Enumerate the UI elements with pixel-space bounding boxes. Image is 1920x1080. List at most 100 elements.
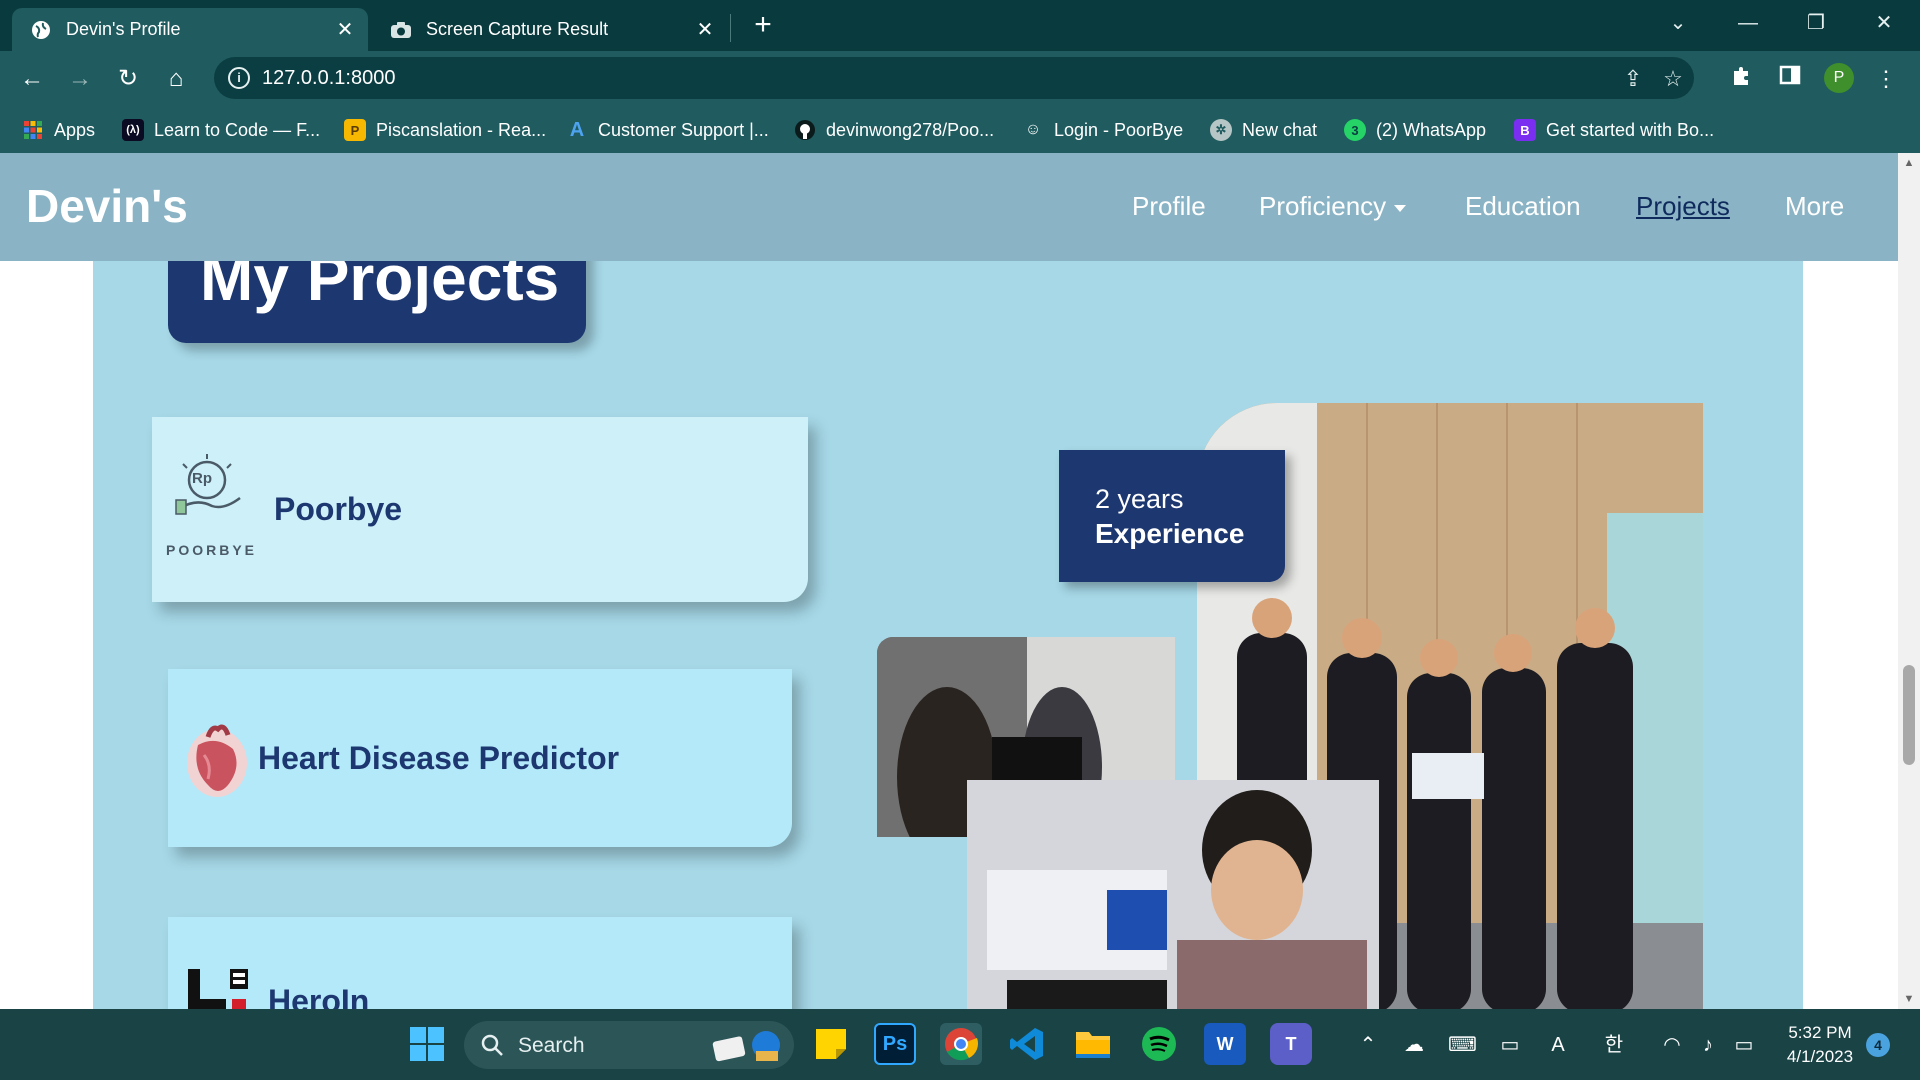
minimize-button[interactable]: — — [1726, 8, 1770, 38]
vscode-icon[interactable] — [1006, 1023, 1048, 1065]
search-label: Search — [518, 1034, 585, 1057]
bookmarks-bar: Apps (λ) Learn to Code — F... P Piscansl… — [0, 107, 1920, 153]
profile-avatar[interactable]: P — [1824, 63, 1854, 93]
bookmark-star-icon[interactable]: ☆ — [1660, 66, 1686, 92]
chrome-icon[interactable] — [940, 1023, 982, 1065]
bookmark-label: Apps — [54, 119, 96, 140]
scroll-up-arrow-icon[interactable]: ▲ — [1898, 153, 1920, 173]
bookmark-new-chat[interactable]: ✲ New chat — [1210, 115, 1317, 145]
search-icon — [481, 1034, 503, 1056]
spotify-icon[interactable] — [1138, 1023, 1180, 1065]
nav-link-label: Proficiency — [1259, 191, 1387, 221]
bootstrap-icon: B — [1514, 119, 1536, 141]
bookmark-github[interactable]: devinwong278/Poo... — [794, 115, 994, 145]
bookmark-apps[interactable]: Apps — [22, 115, 95, 145]
scroll-down-arrow-icon[interactable]: ▼ — [1898, 989, 1920, 1009]
bookmark-whatsapp[interactable]: 3 (2) WhatsApp — [1344, 115, 1486, 145]
notification-badge[interactable]: 4 — [1866, 1033, 1890, 1057]
experience-label: Experience — [1095, 518, 1245, 549]
ime-korean-icon[interactable]: 한 — [1600, 1031, 1628, 1059]
taskbar-clock[interactable]: 5:32 PM 4/1/2023 — [1780, 1021, 1860, 1069]
tray-overflow-chevron-icon[interactable]: ⌃ — [1354, 1031, 1382, 1059]
project-card-heart-disease[interactable]: Heart Disease Predictor — [168, 669, 792, 847]
bookmark-customer-support[interactable]: A Customer Support |... — [566, 115, 769, 145]
logo-text: POORBYE — [166, 541, 258, 558]
side-panel-icon[interactable] — [1774, 63, 1806, 95]
projects-section: My Projects Rp POORBYE Poorbye Heart Dis… — [93, 241, 1803, 1009]
windows-start-icon[interactable] — [406, 1023, 448, 1065]
volume-icon[interactable]: ♪ — [1694, 1031, 1722, 1059]
project-card-poorbye[interactable]: Rp POORBYE Poorbye — [152, 417, 808, 602]
site-navbar: Devin's Profile Proficiency Education Pr… — [0, 153, 1898, 261]
nav-link-more[interactable]: More — [1785, 191, 1844, 222]
site-brand[interactable]: Devin's — [26, 179, 188, 233]
back-arrow-icon[interactable]: ← — [16, 63, 48, 95]
word-icon[interactable]: W — [1204, 1023, 1246, 1065]
tab-divider — [730, 14, 731, 42]
experience-years: 2 years — [1095, 484, 1184, 514]
reload-icon[interactable]: ↻ — [112, 63, 144, 95]
forward-arrow-icon[interactable]: → — [64, 63, 96, 95]
clock-time: 5:32 PM — [1788, 1023, 1852, 1042]
poorbye-logo-icon — [175, 453, 241, 515]
nav-link-education[interactable]: Education — [1465, 191, 1581, 222]
close-icon[interactable]: ✕ — [334, 19, 356, 41]
chatgpt-icon: ✲ — [1210, 119, 1232, 141]
dropdown-caret-icon — [1394, 204, 1407, 212]
scroll-thumb[interactable] — [1903, 665, 1915, 765]
window-close-button[interactable]: ✕ — [1862, 8, 1906, 38]
study-photo — [967, 780, 1379, 1009]
file-explorer-icon[interactable] — [1072, 1023, 1114, 1065]
bookmark-login-poorbye[interactable]: ☺ Login - PoorBye — [1022, 115, 1183, 145]
tab-screen-capture[interactable]: Screen Capture Result ✕ — [372, 8, 728, 51]
language-a-icon[interactable]: A — [1544, 1031, 1572, 1059]
bookmark-piscanslation[interactable]: P Piscanslation - Rea... — [344, 115, 546, 145]
piscanslation-icon: P — [344, 119, 366, 141]
clock-date: 4/1/2023 — [1786, 1047, 1854, 1066]
tab-title: Screen Capture Result — [426, 19, 609, 39]
photoshop-icon[interactable]: Ps — [874, 1023, 916, 1065]
onedrive-icon[interactable]: ☁ — [1400, 1031, 1428, 1059]
tab-devins-profile[interactable]: Devin's Profile ✕ — [12, 8, 368, 51]
sticky-notes-icon[interactable] — [810, 1023, 852, 1065]
bookmark-label: New chat — [1242, 119, 1318, 140]
kebab-menu-icon[interactable]: ⋮ — [1870, 63, 1902, 95]
nav-link-profile[interactable]: Profile — [1132, 191, 1206, 222]
page-scrollbar[interactable]: ▲ ▼ — [1898, 153, 1920, 1009]
wifi-icon[interactable]: ◠ — [1658, 1031, 1686, 1059]
keyboard-icon[interactable]: ⌨ — [1448, 1031, 1477, 1059]
extensions-puzzle-icon[interactable] — [1726, 63, 1758, 95]
project-card-heroin[interactable]: HeroIn — [168, 917, 792, 1009]
close-icon[interactable]: ✕ — [694, 19, 716, 41]
bookmark-label: Get started with Bo... — [1546, 119, 1715, 140]
logo-mark: Rp — [192, 469, 212, 487]
project-name: HeroIn — [268, 983, 370, 1009]
restore-button[interactable]: ❐ — [1794, 8, 1838, 38]
windows-taskbar: Search Ps W T ⌃ ☁ ⌨ ▭ A 한 ◠ ♪ ▭ 5:32 PM … — [0, 1009, 1920, 1080]
browser-toolbar: ← → ↻ ⌂ i 127.0.0.1:8000 ⇪ ☆ P ⋮ — [0, 51, 1920, 107]
nav-link-projects[interactable]: Projects — [1636, 191, 1730, 222]
project-name: Heart Disease Predictor — [258, 739, 620, 776]
new-tab-button[interactable]: + — [748, 10, 778, 40]
nav-link-proficiency[interactable]: Proficiency — [1259, 191, 1407, 222]
whatsapp-icon: 3 — [1344, 119, 1366, 141]
bookmark-bootstrap[interactable]: B Get started with Bo... — [1514, 115, 1714, 145]
bookmark-label: Learn to Code — F... — [154, 119, 321, 140]
tab-title: Devin's Profile — [66, 19, 181, 39]
teams-icon[interactable]: T — [1270, 1023, 1312, 1065]
share-icon[interactable]: ⇪ — [1620, 66, 1646, 92]
site-info-icon[interactable]: i — [228, 67, 250, 89]
display-icon[interactable]: ▭ — [1496, 1031, 1524, 1059]
home-icon[interactable]: ⌂ — [160, 63, 192, 95]
tab-search-chevron-icon[interactable]: ⌄ — [1656, 8, 1700, 38]
github-icon — [794, 119, 816, 141]
taskbar-search[interactable]: Search — [464, 1021, 794, 1069]
bookmark-freecodecamp[interactable]: (λ) Learn to Code — F... — [122, 115, 320, 145]
address-bar[interactable]: i 127.0.0.1:8000 ⇪ ☆ — [214, 57, 1694, 99]
globe-icon — [30, 19, 52, 41]
search-highlight-icon — [712, 1031, 780, 1062]
heroin-logo-icon — [188, 969, 268, 1009]
freecodecamp-icon: (λ) — [122, 119, 144, 141]
url-text: 127.0.0.1:8000 — [262, 67, 396, 89]
battery-icon[interactable]: ▭ — [1730, 1031, 1758, 1059]
